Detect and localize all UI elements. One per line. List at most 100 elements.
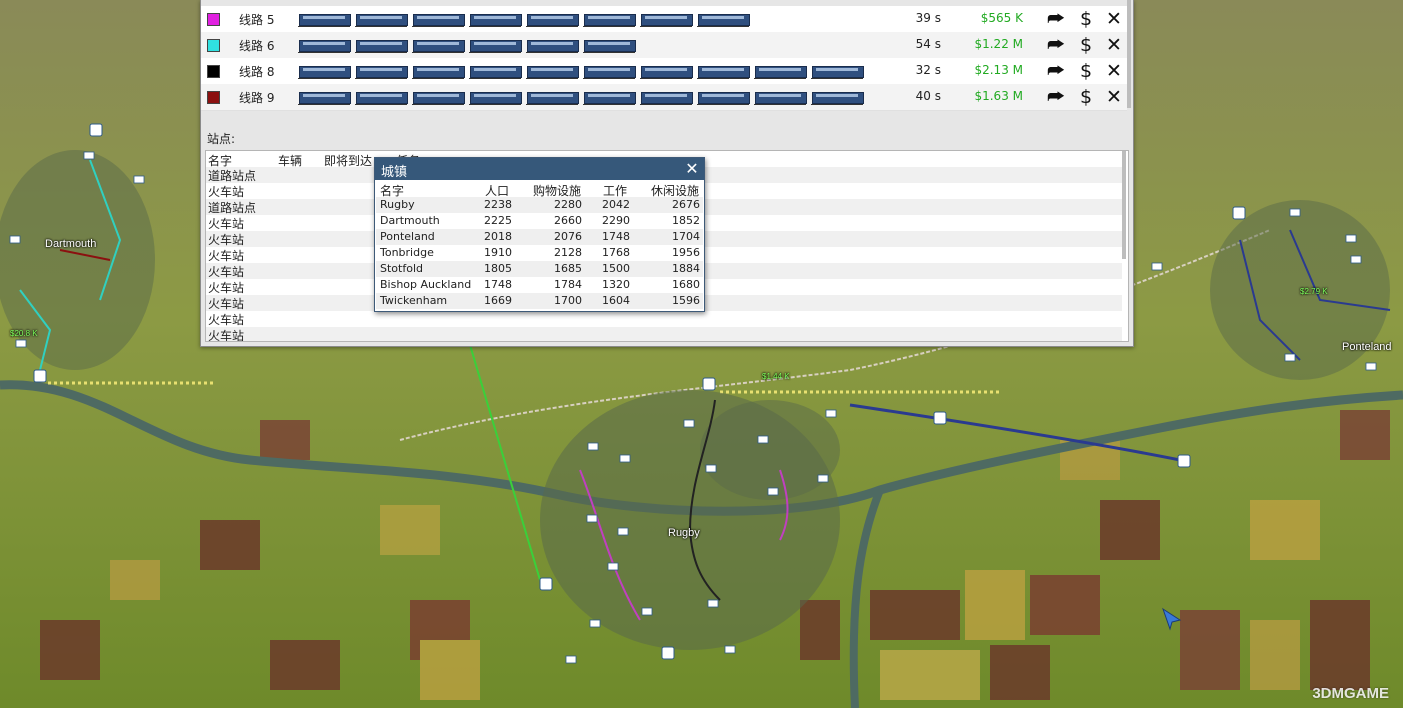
- town-leisure: 2676: [672, 198, 700, 211]
- line-row[interactable]: 线路 6 54 s $1.22 M ⮫ $ ✕: [201, 32, 1127, 59]
- reassign-arrow-icon[interactable]: ⮫: [1045, 86, 1067, 108]
- town-row[interactable]: Dartmouth 2225 2660 2290 1852: [376, 213, 703, 229]
- delete-line-icon[interactable]: ✕: [1103, 8, 1125, 30]
- town-label-dartmouth[interactable]: Dartmouth: [45, 238, 96, 250]
- line-row[interactable]: 线路 8 32 s $2.13 M ⮫ $ ✕: [201, 58, 1127, 85]
- train-vehicle-icon[interactable]: [355, 89, 408, 106]
- train-vehicle-icon[interactable]: [412, 89, 465, 106]
- town-row[interactable]: Rugby 2238 2280 2042 2676: [376, 197, 703, 213]
- rugby-town: [540, 390, 840, 650]
- station-row[interactable]: 火车站: [206, 311, 1122, 327]
- money-icon[interactable]: $: [1075, 34, 1097, 56]
- train-vehicle-icon[interactable]: [298, 63, 351, 80]
- town-label-ponteland[interactable]: Ponteland: [1342, 341, 1392, 353]
- train-vehicle-icon[interactable]: [583, 11, 636, 28]
- town-shopping: 2660: [554, 214, 582, 227]
- train-vehicle-icon[interactable]: [697, 63, 750, 80]
- town-population: 1805: [484, 262, 512, 275]
- line-row[interactable]: 线路 9 40 s $1.63 M ⮫ $ ✕: [201, 84, 1127, 111]
- train-vehicle-icon[interactable]: [640, 89, 693, 106]
- station-name: 火车站: [208, 265, 245, 279]
- money-icon[interactable]: $: [1075, 8, 1097, 30]
- train-vehicle-icon[interactable]: [583, 89, 636, 106]
- train-vehicle-icon[interactable]: [640, 11, 693, 28]
- train-vehicle-icon[interactable]: [412, 63, 465, 80]
- train-vehicle-icon[interactable]: [469, 37, 522, 54]
- stations-scrollbar[interactable]: [1122, 151, 1126, 259]
- town-row[interactable]: Twickenham 1669 1700 1604 1596: [376, 293, 703, 309]
- reassign-arrow-icon[interactable]: ⮫: [1045, 60, 1067, 82]
- town-label-rugby[interactable]: Rugby: [668, 527, 700, 539]
- train-vehicle-icon[interactable]: [298, 89, 351, 106]
- line-row[interactable]: 线路 5 39 s $565 K ⮫ $ ✕: [201, 6, 1127, 33]
- train-vehicle-icon[interactable]: [640, 63, 693, 80]
- station-name: 火车站: [208, 233, 245, 247]
- town-dialog-titlebar[interactable]: 城镇 ✕: [375, 158, 704, 180]
- train-vehicle-icon[interactable]: [697, 11, 750, 28]
- town-population: 2225: [484, 214, 512, 227]
- town-shopping: 1784: [554, 278, 582, 291]
- town-leisure: 1596: [672, 294, 700, 307]
- close-icon[interactable]: ✕: [683, 159, 701, 179]
- line-time: 40 s: [915, 89, 941, 103]
- line-color-swatch: [207, 13, 220, 26]
- town-work: 2290: [602, 214, 630, 227]
- town-row[interactable]: Bishop Auckland 1748 1784 1320 1680: [376, 277, 703, 293]
- train-vehicle-icon[interactable]: [355, 11, 408, 28]
- town-name: Twickenham: [380, 294, 448, 307]
- train-vehicle-icon[interactable]: [526, 11, 579, 28]
- train-vehicle-icon[interactable]: [811, 89, 864, 106]
- town-work: 1768: [602, 246, 630, 259]
- town-leisure: 1852: [672, 214, 700, 227]
- train-vehicle-icon[interactable]: [355, 37, 408, 54]
- town-row[interactable]: Tonbridge 1910 2128 1768 1956: [376, 245, 703, 261]
- train-vehicle-icon[interactable]: [469, 89, 522, 106]
- line-profit: $1.63 M: [974, 89, 1023, 103]
- train-vehicle-icon[interactable]: [355, 63, 408, 80]
- delete-line-icon[interactable]: ✕: [1103, 34, 1125, 56]
- stations-label: 站点:: [207, 132, 236, 146]
- town-row[interactable]: Stotfold 1805 1685 1500 1884: [376, 261, 703, 277]
- reassign-arrow-icon[interactable]: ⮫: [1045, 34, 1067, 56]
- station-row[interactable]: 火车站: [206, 327, 1122, 342]
- town-population: 2018: [484, 230, 512, 243]
- town-population: 1669: [484, 294, 512, 307]
- town-work: 1320: [602, 278, 630, 291]
- town-population: 1748: [484, 278, 512, 291]
- money-icon[interactable]: $: [1075, 86, 1097, 108]
- town-row[interactable]: Ponteland 2018 2076 1748 1704: [376, 229, 703, 245]
- watermark: 3DMGAME: [1312, 685, 1389, 702]
- town-name: Dartmouth: [380, 214, 440, 227]
- reassign-arrow-icon[interactable]: ⮫: [1045, 8, 1067, 30]
- town-population: 2238: [484, 198, 512, 211]
- train-vehicle-icon[interactable]: [298, 37, 351, 54]
- town-shopping: 2128: [554, 246, 582, 259]
- train-vehicle-icon[interactable]: [526, 63, 579, 80]
- train-vehicle-icon[interactable]: [526, 37, 579, 54]
- train-vehicle-icon[interactable]: [583, 37, 636, 54]
- town-leisure: 1704: [672, 230, 700, 243]
- line-time: 32 s: [915, 63, 941, 77]
- station-name: 火车站: [208, 329, 245, 342]
- delete-line-icon[interactable]: ✕: [1103, 60, 1125, 82]
- line-color-swatch: [207, 65, 220, 78]
- train-vehicle-icon[interactable]: [583, 63, 636, 80]
- line-profit: $565 K: [980, 11, 1023, 25]
- line-time: 39 s: [915, 11, 941, 25]
- train-vehicle-icon[interactable]: [469, 11, 522, 28]
- train-vehicle-icon[interactable]: [526, 89, 579, 106]
- town-leisure: 1956: [672, 246, 700, 259]
- train-vehicle-icon[interactable]: [412, 11, 465, 28]
- line-time: 54 s: [915, 37, 941, 51]
- train-vehicle-icon[interactable]: [754, 89, 807, 106]
- town-shopping: 2076: [554, 230, 582, 243]
- train-vehicle-icon[interactable]: [697, 89, 750, 106]
- money-icon[interactable]: $: [1075, 60, 1097, 82]
- train-vehicle-icon[interactable]: [298, 11, 351, 28]
- delete-line-icon[interactable]: ✕: [1103, 86, 1125, 108]
- train-vehicle-icon[interactable]: [811, 63, 864, 80]
- train-vehicle-icon[interactable]: [469, 63, 522, 80]
- lines-scrollbar[interactable]: [1127, 0, 1131, 108]
- train-vehicle-icon[interactable]: [412, 37, 465, 54]
- train-vehicle-icon[interactable]: [754, 63, 807, 80]
